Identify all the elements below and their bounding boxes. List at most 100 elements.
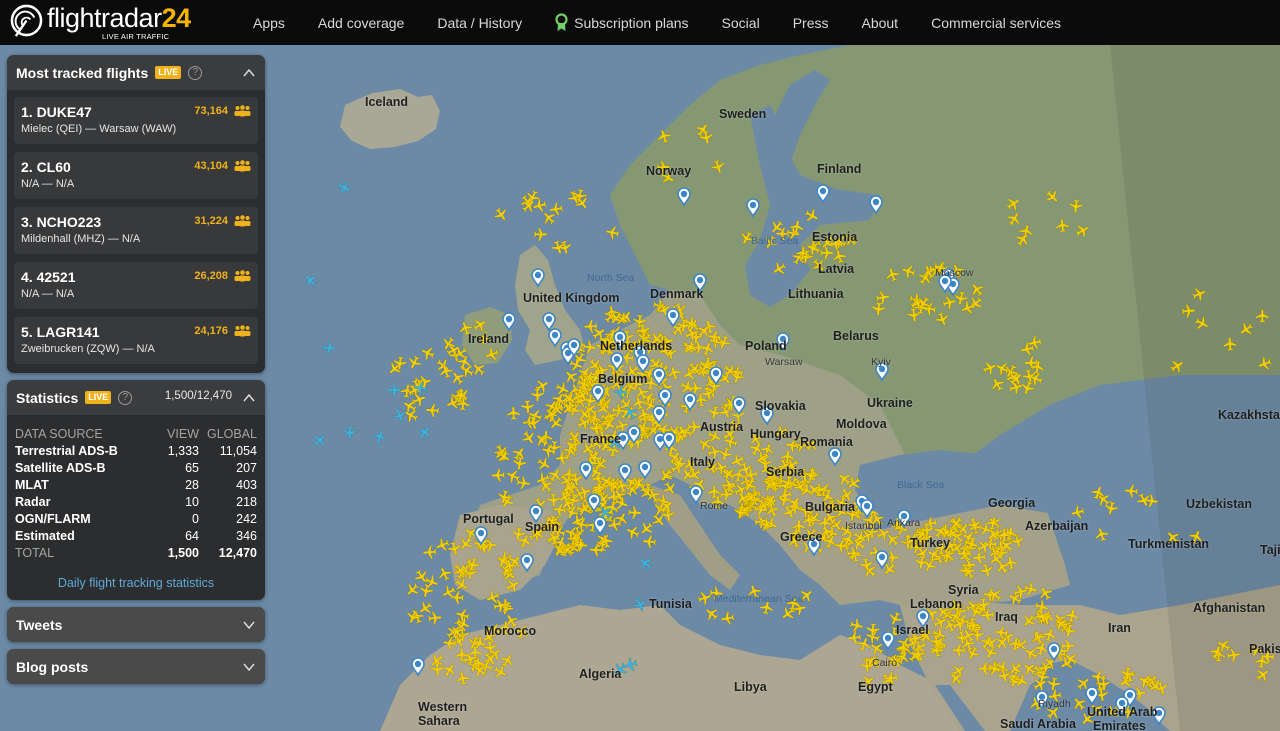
aircraft-icon[interactable] <box>699 340 716 357</box>
aircraft-icon[interactable] <box>695 435 714 454</box>
aircraft-icon[interactable] <box>978 562 995 579</box>
aircraft-icon[interactable] <box>803 207 821 225</box>
flightradar24-logo[interactable]: flightradar24 LIVE AIR TRAFFIC <box>10 3 191 43</box>
aircraft-icon[interactable] <box>1168 357 1187 376</box>
aircraft-icon[interactable] <box>483 346 501 363</box>
nav-add-coverage[interactable]: Add coverage <box>318 15 404 31</box>
statistics-header[interactable]: Statistics LIVE ? 1,500/12,470 <box>7 380 265 415</box>
airport-pin-icon[interactable] <box>531 268 545 288</box>
ground-aircraft-icon[interactable] <box>636 554 655 573</box>
ground-aircraft-icon[interactable] <box>343 425 357 441</box>
aircraft-icon[interactable] <box>967 280 986 299</box>
nav-apps[interactable]: Apps <box>253 15 285 31</box>
flight-card[interactable]: 1. DUKE47 Mielec (QEI) — Warsaw (WAW) 73… <box>14 97 258 144</box>
aircraft-icon[interactable] <box>439 583 457 601</box>
nav-press[interactable]: Press <box>793 15 829 31</box>
aircraft-icon[interactable] <box>402 406 420 424</box>
aircraft-icon[interactable] <box>455 670 471 686</box>
aircraft-icon[interactable] <box>520 429 539 448</box>
aircraft-icon[interactable] <box>436 565 454 583</box>
aircraft-icon[interactable] <box>456 534 475 553</box>
aircraft-icon[interactable] <box>1003 555 1018 571</box>
aircraft-icon[interactable] <box>424 403 440 418</box>
aircraft-icon[interactable] <box>520 399 535 415</box>
flight-card[interactable]: 4. 42521 N/A — N/A 26,208 <box>14 262 258 309</box>
ground-aircraft-icon[interactable] <box>371 428 388 445</box>
airport-pin-icon[interactable] <box>593 516 607 536</box>
aircraft-icon[interactable] <box>1019 612 1038 631</box>
aircraft-icon[interactable] <box>627 505 643 520</box>
airport-pin-icon[interactable] <box>828 447 842 467</box>
aircraft-icon[interactable] <box>454 607 471 624</box>
airport-pin-icon[interactable] <box>542 312 556 332</box>
aircraft-icon[interactable] <box>1046 676 1061 692</box>
chevron-down-icon[interactable] <box>243 619 255 631</box>
aircraft-icon[interactable] <box>1070 694 1089 713</box>
aircraft-icon[interactable] <box>546 492 561 508</box>
airport-pin-icon[interactable] <box>662 431 676 451</box>
aircraft-icon[interactable] <box>1223 336 1238 352</box>
aircraft-icon[interactable] <box>971 550 987 565</box>
aircraft-icon[interactable] <box>778 604 797 623</box>
aircraft-icon[interactable] <box>546 465 565 484</box>
aircraft-icon[interactable] <box>1256 355 1274 372</box>
daily-statistics-link[interactable]: Daily flight tracking statistics <box>15 576 257 590</box>
airport-pin-icon[interactable] <box>1085 686 1099 706</box>
airport-pin-icon[interactable] <box>548 328 562 348</box>
chevron-down-icon[interactable] <box>243 661 255 673</box>
ground-aircraft-icon[interactable] <box>391 407 409 425</box>
ground-aircraft-icon[interactable] <box>336 179 354 197</box>
aircraft-icon[interactable] <box>641 534 657 549</box>
aircraft-icon[interactable] <box>719 611 735 626</box>
aircraft-icon[interactable] <box>422 545 437 560</box>
airport-pin-icon[interactable] <box>677 187 691 207</box>
aircraft-icon[interactable] <box>548 201 564 216</box>
tweets-header[interactable]: Tweets <box>7 607 265 642</box>
airport-pin-icon[interactable] <box>816 184 830 204</box>
aircraft-icon[interactable] <box>871 301 886 317</box>
ground-aircraft-icon[interactable] <box>301 271 320 290</box>
aircraft-icon[interactable] <box>1069 198 1084 214</box>
aircraft-icon[interactable] <box>770 260 789 279</box>
aircraft-icon[interactable] <box>419 344 437 362</box>
aircraft-icon[interactable] <box>710 158 727 175</box>
aircraft-icon[interactable] <box>506 405 521 421</box>
aircraft-icon[interactable] <box>440 660 459 679</box>
aircraft-icon[interactable] <box>1043 187 1062 206</box>
aircraft-icon[interactable] <box>623 523 641 541</box>
help-icon[interactable]: ? <box>118 390 133 405</box>
ground-aircraft-icon[interactable] <box>387 383 403 397</box>
airport-pin-icon[interactable] <box>618 463 632 483</box>
aircraft-icon[interactable] <box>1004 194 1023 213</box>
airport-pin-icon[interactable] <box>746 198 760 218</box>
airport-pin-icon[interactable] <box>732 396 746 416</box>
aircraft-icon[interactable] <box>988 375 1006 394</box>
aircraft-icon[interactable] <box>437 362 454 379</box>
aircraft-icon[interactable] <box>666 364 683 381</box>
aircraft-icon[interactable] <box>531 197 548 213</box>
airport-pin-icon[interactable] <box>638 460 652 480</box>
airport-pin-icon[interactable] <box>520 553 534 573</box>
aircraft-icon[interactable] <box>702 604 721 623</box>
aircraft-icon[interactable] <box>1055 218 1070 233</box>
aircraft-icon[interactable] <box>490 468 506 483</box>
aircraft-icon[interactable] <box>1123 484 1139 499</box>
nav-commercial-services[interactable]: Commercial services <box>931 15 1061 31</box>
aircraft-icon[interactable] <box>530 387 545 403</box>
aircraft-icon[interactable] <box>491 663 510 681</box>
aircraft-icon[interactable] <box>535 455 554 473</box>
aircraft-icon[interactable] <box>884 266 901 283</box>
aircraft-icon[interactable] <box>1181 304 1197 318</box>
aircraft-icon[interactable] <box>849 617 866 633</box>
airport-pin-icon[interactable] <box>411 657 425 677</box>
aircraft-icon[interactable] <box>404 608 421 626</box>
aircraft-icon[interactable] <box>604 225 620 241</box>
airport-pin-icon[interactable] <box>881 631 895 651</box>
nav-data-history[interactable]: Data / History <box>437 15 522 31</box>
aircraft-icon[interactable] <box>934 311 951 328</box>
aircraft-icon[interactable] <box>1255 308 1270 323</box>
aircraft-icon[interactable] <box>963 644 981 662</box>
chevron-up-icon[interactable] <box>243 392 255 404</box>
ground-aircraft-icon[interactable] <box>310 431 329 450</box>
aircraft-icon[interactable] <box>981 359 999 376</box>
